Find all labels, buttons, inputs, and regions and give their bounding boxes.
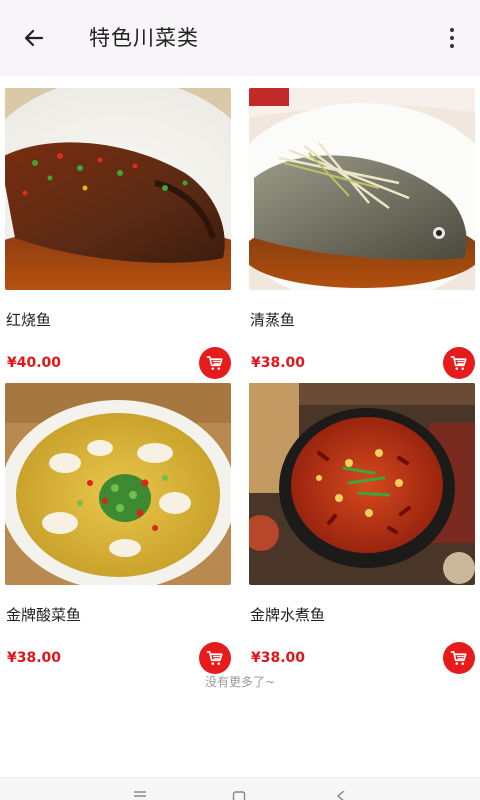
add-to-cart-button[interactable]	[443, 347, 475, 379]
menu-icon[interactable]	[133, 791, 147, 800]
more-vertical-icon	[450, 28, 454, 32]
product-price: ¥40.00	[7, 355, 62, 371]
arrow-left-icon	[24, 29, 44, 47]
product-name[interactable]: 金牌酸菜鱼	[6, 605, 81, 625]
cart-icon	[450, 651, 467, 665]
boiled-fish-photo[interactable]	[249, 383, 475, 585]
product-card[interactable]: 红烧鱼 ¥40.00	[5, 88, 231, 379]
sauerkraut-fish-photo[interactable]	[5, 383, 231, 585]
more-options-button[interactable]	[446, 24, 458, 52]
steamed-fish-photo[interactable]	[249, 88, 475, 290]
product-price: ¥38.00	[7, 650, 62, 666]
screen: 特色川菜类 红烧鱼 ¥40.00 清蒸鱼 ¥38.00 金牌酸菜鱼 ¥38.00…	[0, 0, 480, 800]
home-icon[interactable]	[232, 791, 246, 800]
cart-icon	[206, 651, 223, 665]
back-icon[interactable]	[334, 791, 348, 800]
product-price: ¥38.00	[251, 355, 306, 371]
braised-fish-photo[interactable]	[5, 88, 231, 290]
back-button[interactable]	[18, 24, 50, 52]
product-name[interactable]: 红烧鱼	[6, 310, 51, 330]
product-price: ¥38.00	[251, 650, 306, 666]
add-to-cart-button[interactable]	[443, 642, 475, 674]
cart-icon	[450, 356, 467, 370]
product-name[interactable]: 金牌水煮鱼	[250, 605, 325, 625]
add-to-cart-button[interactable]	[199, 347, 231, 379]
product-card[interactable]: 清蒸鱼 ¥38.00	[249, 88, 475, 379]
app-header: 特色川菜类	[0, 0, 480, 76]
no-more-text: 没有更多了~	[204, 675, 276, 689]
product-card[interactable]: 金牌水煮鱼 ¥38.00	[249, 383, 475, 674]
page-title: 特色川菜类	[89, 26, 199, 50]
cart-icon	[206, 356, 223, 370]
add-to-cart-button[interactable]	[199, 642, 231, 674]
system-nav-bar	[0, 777, 480, 800]
product-card[interactable]: 金牌酸菜鱼 ¥38.00	[5, 383, 231, 674]
product-name[interactable]: 清蒸鱼	[250, 310, 295, 330]
